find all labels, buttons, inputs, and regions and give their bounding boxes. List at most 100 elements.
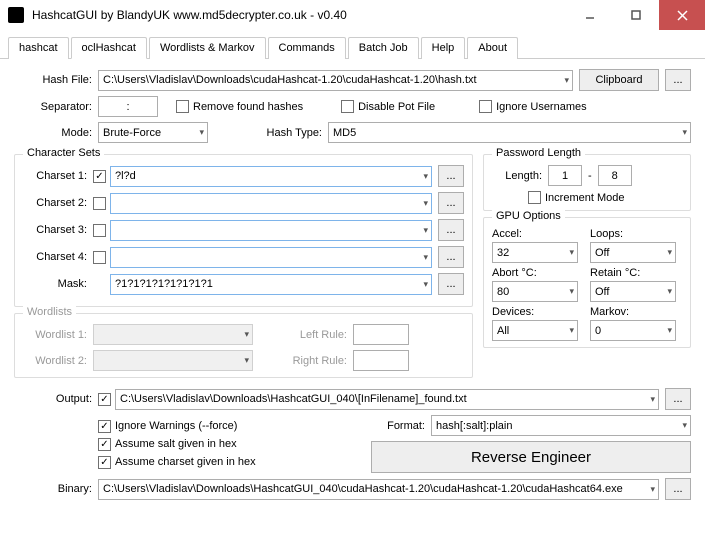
length-sep: - [582,170,598,182]
charset1-label: Charset 1: [23,170,93,182]
charset1-checkbox[interactable] [93,170,106,183]
tab-wordlists-markov[interactable]: Wordlists & Markov [149,37,266,59]
charset4-more-button[interactable]: ... [438,246,464,268]
charset1-select[interactable]: ?l?d▾ [110,166,432,187]
charset4-checkbox[interactable] [93,251,106,264]
devices-label: Devices: [492,306,578,318]
mode-select[interactable]: Brute-Force▾ [98,122,208,143]
chevron-down-icon: ▾ [650,484,655,495]
remove-hashes-checkbox[interactable] [176,100,189,113]
rightrule-input [353,350,409,371]
clipboard-button[interactable]: Clipboard [579,69,659,91]
chevron-down-icon: ▾ [650,394,655,405]
length-from-input[interactable] [548,165,582,186]
maximize-button[interactable] [613,0,659,30]
hashtype-select[interactable]: MD5▾ [328,122,691,143]
close-button[interactable] [659,0,705,30]
output-label: Output: [14,393,98,405]
output-input[interactable]: C:\Users\Vladislav\Downloads\HashcatGUI_… [115,389,659,410]
format-select[interactable]: hash[:salt]:plain▾ [431,415,691,436]
chevron-down-icon: ▾ [423,252,428,263]
chevron-down-icon: ▾ [569,247,574,258]
chevron-down-icon: ▾ [423,225,428,236]
tab-hashcat[interactable]: hashcat [8,37,69,59]
tab-oclhashcat[interactable]: oclHashcat [71,37,147,59]
tab-bar: hashcat oclHashcat Wordlists & Markov Co… [0,30,705,59]
charset2-checkbox[interactable] [93,197,106,210]
ignore-usernames-label: Ignore Usernames [496,101,587,113]
chevron-down-icon: ▾ [423,279,428,290]
chevron-down-icon: ▾ [667,286,672,297]
wordlists-fieldset: Wordlists Wordlist 1: ▾ Left Rule: Wordl… [14,313,473,378]
accel-label: Accel: [492,228,578,240]
markov-select[interactable]: 0▾ [590,320,676,341]
wordlist2-select: ▾ [93,350,253,371]
reverse-engineer-button[interactable]: Reverse Engineer [371,441,691,473]
ignore-warnings-label: Ignore Warnings (--force) [115,420,237,432]
charset1-more-button[interactable]: ... [438,165,464,187]
gpu-legend: GPU Options [492,210,565,222]
remove-hashes-label: Remove found hashes [193,101,303,113]
output-checkbox[interactable] [98,393,111,406]
increment-checkbox[interactable] [528,191,541,204]
binary-browse-button[interactable]: ... [665,478,691,500]
tab-help[interactable]: Help [421,37,466,59]
length-to-input[interactable] [598,165,632,186]
accel-select[interactable]: 32▾ [492,242,578,263]
charset3-more-button[interactable]: ... [438,219,464,241]
hashfile-input[interactable]: C:\Users\Vladislav\Downloads\cudaHashcat… [98,70,573,91]
chevron-down-icon: ▾ [682,420,687,431]
salt-hex-checkbox[interactable] [98,438,111,451]
binary-input[interactable]: C:\Users\Vladislav\Downloads\HashcatGUI_… [98,479,659,500]
hashtype-label: Hash Type: [208,127,328,139]
retain-select[interactable]: Off▾ [590,281,676,302]
window-title: HashcatGUI by BlandyUK www.md5decrypter.… [24,8,567,22]
charset3-select[interactable]: ▾ [110,220,432,241]
titlebar: HashcatGUI by BlandyUK www.md5decrypter.… [0,0,705,30]
disable-pot-checkbox[interactable] [341,100,354,113]
loops-select[interactable]: Off▾ [590,242,676,263]
retain-label: Retain °C: [590,267,676,279]
charset2-more-button[interactable]: ... [438,192,464,214]
charsets-fieldset: Character Sets Charset 1: ?l?d▾ ... Char… [14,154,473,307]
mask-label: Mask: [23,278,93,290]
tab-commands[interactable]: Commands [268,37,346,59]
ignore-usernames-checkbox[interactable] [479,100,492,113]
hashfile-browse-button[interactable]: ... [665,69,691,91]
charset-hex-label: Assume charset given in hex [115,456,256,468]
mask-more-button[interactable]: ... [438,273,464,295]
charset3-checkbox[interactable] [93,224,106,237]
separator-input[interactable] [98,96,158,117]
chevron-down-icon: ▾ [667,247,672,258]
pwdlen-fieldset: Password Length Length: - Increment Mode [483,154,691,211]
wordlist1-label: Wordlist 1: [23,329,93,341]
separator-label: Separator: [14,101,98,113]
app-icon [8,7,24,23]
devices-select[interactable]: All▾ [492,320,578,341]
mask-select[interactable]: ?1?1?1?1?1?1?1?1▾ [110,274,432,295]
abort-select[interactable]: 80▾ [492,281,578,302]
rightrule-label: Right Rule: [253,355,353,367]
disable-pot-label: Disable Pot File [358,101,435,113]
chevron-down-icon: ▾ [569,325,574,336]
markov-label: Markov: [590,306,676,318]
wordlist1-select: ▾ [93,324,253,345]
hashfile-label: Hash File: [14,74,98,86]
charset2-label: Charset 2: [23,197,93,209]
charset2-select[interactable]: ▾ [110,193,432,214]
tab-about[interactable]: About [467,37,518,59]
chevron-down-icon: ▾ [423,171,428,182]
gpu-fieldset: GPU Options Accel:32▾ Loops:Off▾ Abort °… [483,217,691,348]
charsets-legend: Character Sets [23,147,104,159]
chevron-down-icon: ▾ [569,286,574,297]
output-browse-button[interactable]: ... [665,388,691,410]
chevron-down-icon: ▾ [682,127,687,138]
charset4-select[interactable]: ▾ [110,247,432,268]
ignore-warnings-checkbox[interactable] [98,420,111,433]
tab-batch-job[interactable]: Batch Job [348,37,419,59]
minimize-button[interactable] [567,0,613,30]
charset-hex-checkbox[interactable] [98,456,111,469]
increment-label: Increment Mode [545,192,624,204]
charset4-label: Charset 4: [23,251,93,263]
wordlist2-label: Wordlist 2: [23,355,93,367]
